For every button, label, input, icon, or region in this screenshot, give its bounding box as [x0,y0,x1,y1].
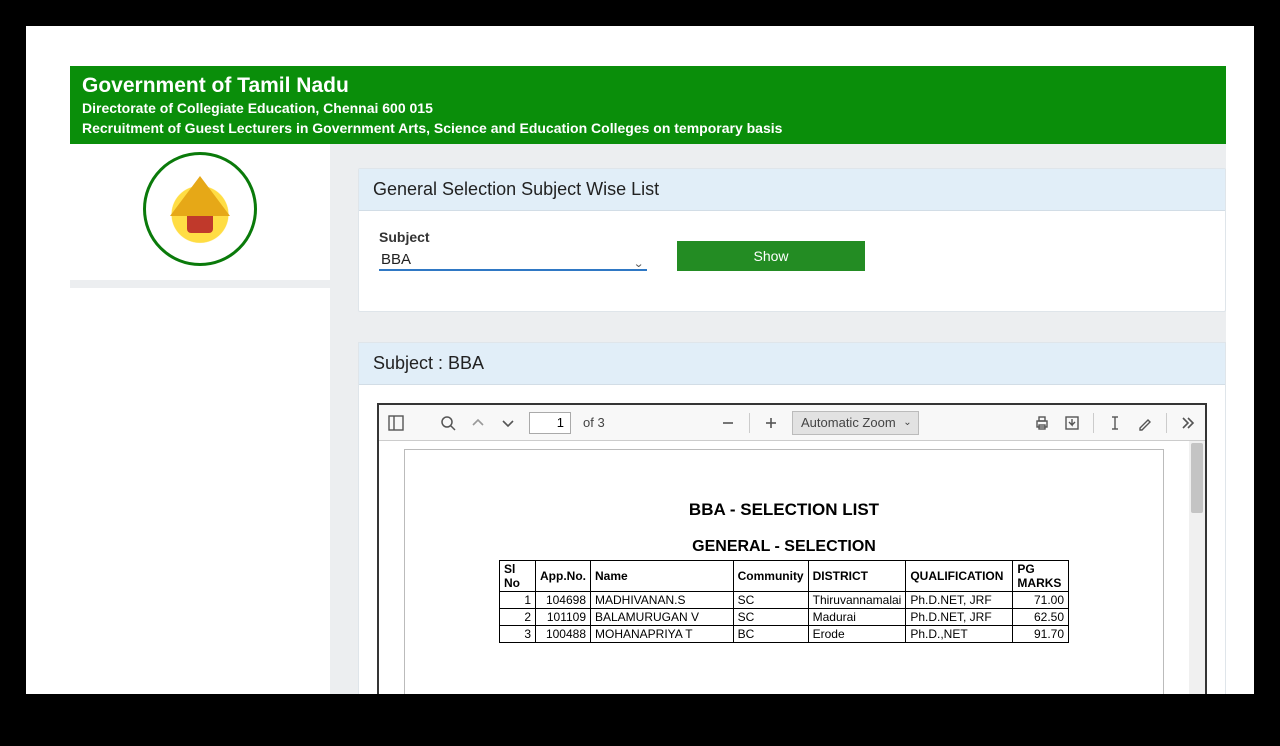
table-header-row: Sl No App.No. Name Community DISTRICT QU… [500,561,1069,592]
content-row: General Selection Subject Wise List Subj… [26,144,1254,694]
site-header: Government of Tamil Nadu Directorate of … [70,66,1226,144]
filter-panel-body: Subject BBA ⌄ Show [359,211,1225,311]
sidebar-toggle-icon[interactable] [387,414,405,432]
subject-value: BBA [379,247,411,272]
chevron-down-icon: ⌄ [633,257,644,270]
col-com: Community [733,561,808,592]
document-title: BBA - SELECTION LIST [433,500,1135,520]
print-icon[interactable] [1033,414,1051,432]
filter-panel: General Selection Subject Wise List Subj… [358,168,1226,312]
draw-icon[interactable] [1136,414,1154,432]
subject-label: Subject [379,229,647,245]
results-title-subject: BBA [448,353,484,373]
col-qual: QUALIFICATION [906,561,1013,592]
scrollbar-thumb[interactable] [1191,443,1203,513]
main-content: General Selection Subject Wise List Subj… [330,144,1226,694]
table-row: 3 100488 MOHANAPRIYA T BC Erode Ph.D.,NE… [500,626,1069,643]
col-pg: PG MARKS [1013,561,1069,592]
results-panel: Subject : BBA [358,342,1226,694]
pdf-toolbar-center: Automatic Zoom ⌄ [719,411,919,435]
subject-select[interactable]: BBA ⌄ [379,251,647,271]
header-subtitle-1: Directorate of Collegiate Education, Che… [82,100,1214,116]
download-icon[interactable] [1063,414,1081,432]
col-app: App.No. [536,561,591,592]
zoom-value: Automatic Zoom [801,415,896,430]
emblem-container [70,148,330,276]
filter-panel-title: General Selection Subject Wise List [359,169,1225,211]
toolbar-separator [749,413,750,433]
subject-field: Subject BBA ⌄ [379,229,647,271]
col-name: Name [591,561,734,592]
chevron-down-icon: ⌄ [903,417,911,428]
tn-emblem-icon [143,152,257,266]
search-icon[interactable] [439,414,457,432]
pdf-toolbar: of 3 Automatic Zoom [379,405,1205,441]
toolbar-separator [1093,413,1094,433]
page-total-label: of 3 [583,415,605,430]
sidebar [70,144,330,694]
col-dist: DISTRICT [808,561,906,592]
header-subtitle-2: Recruitment of Guest Lecturers in Govern… [82,120,1214,136]
results-panel-title: Subject : BBA [359,343,1225,385]
zoom-out-icon[interactable] [719,414,737,432]
selection-table: Sl No App.No. Name Community DISTRICT QU… [499,560,1069,643]
pdf-scrollbar[interactable] [1189,441,1205,694]
show-button[interactable]: Show [677,241,865,271]
header-title: Government of Tamil Nadu [82,74,1214,98]
sidebar-separator [70,280,330,288]
more-tools-icon[interactable] [1179,414,1197,432]
page-root: Government of Tamil Nadu Directorate of … [26,26,1254,694]
page-number-input[interactable] [529,412,571,434]
table-row: 2 101109 BALAMURUGAN V SC Madurai Ph.D.N… [500,609,1069,626]
results-title-prefix: Subject : [373,353,448,373]
col-sl: Sl No [500,561,536,592]
pdf-toolbar-right [1033,413,1197,433]
filter-form-row: Subject BBA ⌄ Show [379,229,1205,271]
page-up-icon[interactable] [469,414,487,432]
pdf-page-area: BBA - SELECTION LIST GENERAL - SELECTION… [379,441,1189,694]
text-select-icon[interactable] [1106,414,1124,432]
document-subtitle: GENERAL - SELECTION [433,538,1135,556]
pdf-toolbar-left: of 3 [387,412,605,434]
page-down-icon[interactable] [499,414,517,432]
pdf-viewer: of 3 Automatic Zoom [377,403,1207,694]
pdf-page: BBA - SELECTION LIST GENERAL - SELECTION… [404,449,1164,694]
zoom-select[interactable]: Automatic Zoom ⌄ [792,411,919,435]
toolbar-separator [1166,413,1167,433]
zoom-in-icon[interactable] [762,414,780,432]
table-row: 1 104698 MADHIVANAN.S SC Thiruvannamalai… [500,592,1069,609]
